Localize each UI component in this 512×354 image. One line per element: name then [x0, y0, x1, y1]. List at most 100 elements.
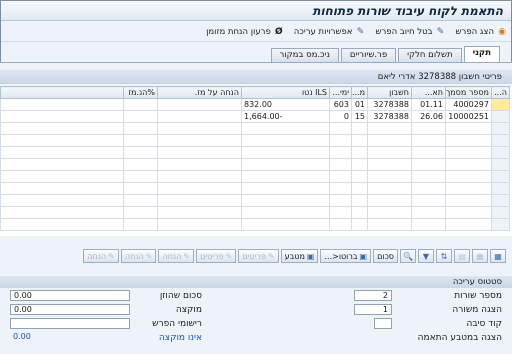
filter-button[interactable]: ▼	[418, 249, 434, 263]
entered-amount-label: סכום שהוזן	[159, 291, 202, 301]
table-row[interactable]: 4000297 01.11 3278388 01 603 832.00	[0, 98, 510, 111]
binoculars-icon: 🔍	[403, 251, 413, 261]
row-select-cell[interactable]	[491, 98, 510, 111]
col-header-filler	[0, 86, 124, 99]
deselect-icon: ▦	[476, 251, 484, 261]
net-cell: 832.00	[241, 98, 330, 111]
discount-label-1: הנחה	[162, 252, 182, 261]
days-cell: 603	[329, 98, 352, 111]
cash-discount-cell[interactable]	[157, 110, 242, 123]
discount-pct-cell[interactable]	[123, 110, 158, 123]
discount-pct-cell[interactable]	[123, 98, 158, 111]
col-header-net[interactable]: ILS נטו	[241, 86, 330, 99]
items-label-2: פריטים	[200, 252, 224, 261]
tab-standard[interactable]: תקני	[463, 46, 500, 62]
pencil-icon: ✎	[108, 252, 115, 261]
table-row	[0, 158, 510, 171]
shown-from-line-label: הצגה משורה	[452, 305, 502, 315]
select-block-button[interactable]: ▤	[454, 249, 470, 263]
display-diff-button[interactable]: ◉ הצג הפרש	[456, 27, 507, 37]
table-row	[0, 206, 510, 219]
select-all-button[interactable]: ▦	[490, 249, 506, 263]
col-header-doc-number[interactable]: מספר מסמך	[445, 86, 492, 99]
col-header-days[interactable]: ימי...	[329, 86, 352, 99]
unassigned-field: 0.00	[13, 332, 31, 341]
doc-number-cell: 10000251	[445, 110, 492, 123]
filter-icon: ▼	[422, 251, 430, 261]
assigned-label: מוקצה	[175, 305, 202, 315]
col-header-cash-discount[interactable]: הנחה על מז.	[157, 86, 242, 99]
col-header-date[interactable]: תא...	[411, 86, 446, 99]
reason-code-field[interactable]	[374, 318, 392, 329]
pencil-icon: ✎	[356, 26, 365, 37]
gross-icon: ▣	[359, 252, 368, 261]
toolbar: ◉ הצג הפרש ✎ בטל חיוב הפרש ✎ אפשרויות ער…	[1, 22, 511, 42]
status-section-title: סטטוס עריכה	[0, 276, 512, 288]
pencil-icon: ✎	[225, 252, 233, 261]
items-button-2[interactable]: ✎ פריטים	[196, 249, 237, 263]
edit-options-button[interactable]: ✎ אפשרויות עריכה	[294, 27, 366, 37]
cash-discount-payment-button[interactable]: Ø פרעון הנחת מזומן	[206, 27, 284, 37]
reason-code-label: קוד סיבה	[466, 319, 502, 329]
tab-strip: תקני תשלום חלקי פר.שיוריים ניכ.מס במקור	[270, 46, 500, 62]
edit-options-label: אפשרויות עריכה	[293, 26, 353, 37]
tab-partial-payment[interactable]: תשלום חלקי	[398, 48, 462, 62]
diff-postings-label: רישומי הפרש	[152, 319, 202, 329]
open-items-table: ה... מספר מסמך תא... חשבון מ... ימי... I…	[0, 86, 510, 231]
account-cell: 3278388	[367, 110, 412, 123]
display-diff-label: הצג הפרש	[455, 26, 494, 37]
gross-button[interactable]: ▣ ברוטו<...	[320, 249, 372, 263]
window-title: התאמת לקוח עיבוד שורות פתוחות	[1, 1, 511, 21]
edit-doc-icon: ✎	[436, 26, 445, 37]
col-header-m[interactable]: מ...	[351, 86, 368, 99]
doc-number-cell: 4000297	[445, 98, 492, 111]
currency-icon: ▣	[306, 252, 315, 261]
col-header-h[interactable]: ה...	[491, 86, 510, 99]
lines-label: מספר שורות	[454, 291, 502, 301]
tab-withholding-tax[interactable]: ניכ.מס במקור	[270, 48, 339, 62]
pencil-icon: ✎	[183, 252, 191, 261]
shown-from-line-field[interactable]: 1	[354, 304, 392, 315]
filler-cell	[0, 98, 124, 111]
table-row[interactable]: 10000251 26.06 3278388 15 0 -1,664.00	[0, 110, 510, 123]
grid-toolbar: ▦ ▦ ▤ ⇅ ▼ 🔍 סכום ▣ ברוטו<... ▣ מטבע ✎ פריטי…	[0, 248, 512, 264]
table-row	[0, 122, 510, 135]
net-cell: -1,664.00	[241, 110, 330, 123]
pencil-icon: ✎	[145, 252, 153, 261]
discount-button-2[interactable]: ✎ הנחה	[120, 249, 157, 263]
cash-discount-cell[interactable]	[157, 98, 242, 111]
sort-icon: ⇅	[440, 251, 448, 261]
days-cell: 0	[329, 110, 352, 123]
table-row	[0, 146, 510, 159]
col-header-account[interactable]: חשבון	[367, 86, 412, 99]
sum-label: סכום	[377, 252, 394, 261]
sort-button[interactable]: ⇅	[436, 249, 452, 263]
table-row	[0, 182, 510, 195]
m-cell: 01	[351, 98, 368, 111]
grid-title: פריטי חשבון 3278388 אדרי ליאם	[0, 70, 512, 84]
select-block-icon: ▤	[458, 251, 466, 261]
unassigned-label: אינו מוקצה	[158, 333, 202, 343]
items-button-1[interactable]: ✎ פריטים	[238, 249, 279, 263]
find-button[interactable]: 🔍	[400, 249, 416, 263]
discount-button-3[interactable]: ✎ הנחה	[83, 249, 119, 263]
select-all-icon: ▦	[494, 251, 502, 261]
table-row	[0, 194, 510, 207]
currency-label: מטבע	[284, 252, 305, 261]
table-row	[0, 170, 510, 183]
pencil-icon: ✎	[267, 252, 275, 261]
sum-button[interactable]: סכום	[373, 249, 398, 263]
col-header-discount-pct[interactable]: %הנ.מז	[123, 86, 158, 99]
currency-button[interactable]: ▣ מטבע	[280, 249, 319, 263]
display-diff-icon: ◉	[498, 26, 506, 37]
row-select-cell[interactable]	[491, 110, 510, 123]
entered-amount-field: 0.00	[10, 290, 130, 301]
cash-discount-payment-label: פרעון הנחת מזומן	[206, 26, 271, 37]
deselect-button[interactable]: ▦	[472, 249, 488, 263]
discount-label-3: הנחה	[87, 252, 107, 261]
lines-field: 2	[354, 290, 392, 301]
date-cell: 26.06	[411, 110, 446, 123]
discount-button-1[interactable]: ✎ הנחה	[158, 249, 195, 263]
cancel-diff-charge-button[interactable]: ✎ בטל חיוב הפרש	[375, 27, 445, 37]
tab-residual-items[interactable]: פר.שיוריים	[340, 48, 397, 62]
